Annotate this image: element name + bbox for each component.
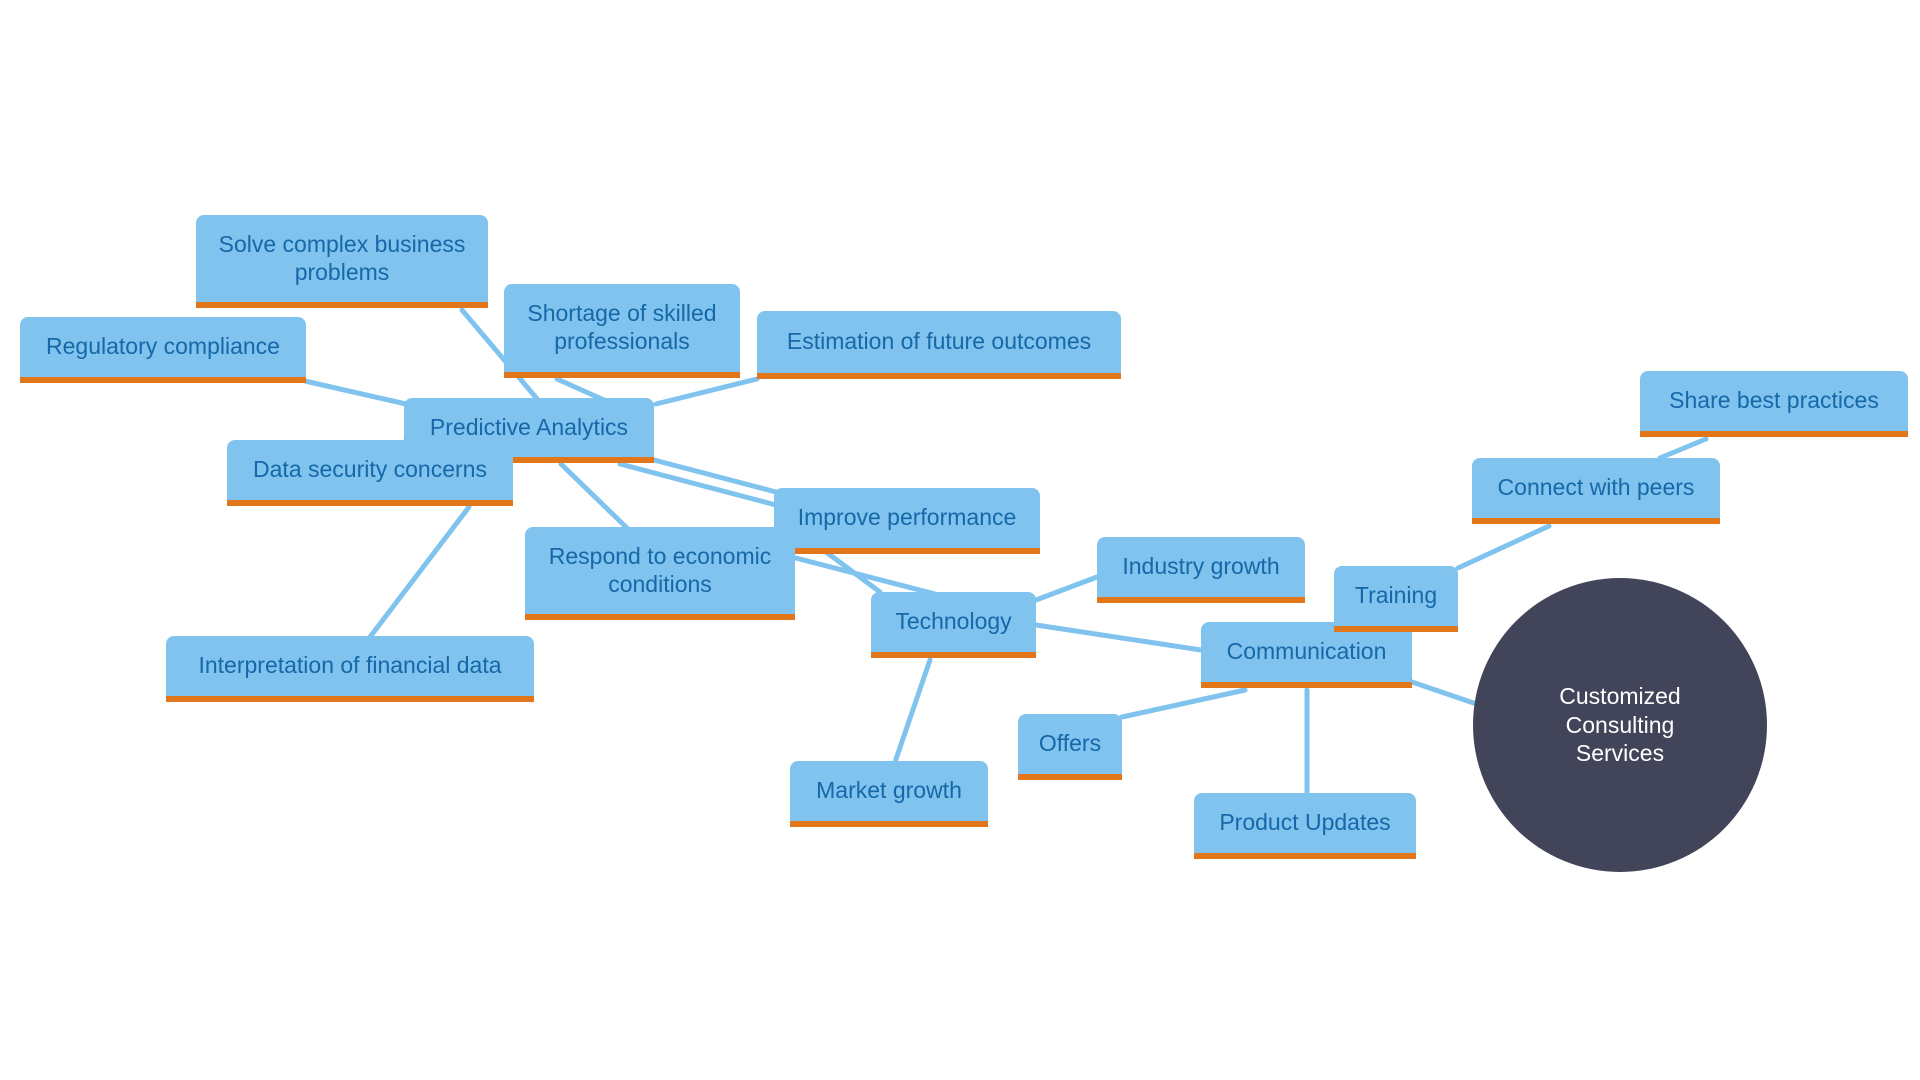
edge-connect-with-peers-to-share-best-practices xyxy=(1657,436,1709,461)
node-label-estimation-of-future-outcomes: Estimation of future outcomes xyxy=(786,328,1092,355)
node-estimation-of-future-outcomes[interactable]: Estimation of future outcomes xyxy=(757,311,1121,379)
edge-estimation-of-future-outcomes-to-predictive-analytics xyxy=(653,376,760,407)
node-market-growth[interactable]: Market growth xyxy=(790,761,988,827)
node-interpretation-of-financial-data[interactable]: Interpretation of financial data xyxy=(166,636,534,702)
node-label-improve-performance: Improve performance xyxy=(797,504,1017,531)
node-label-product-updates: Product Updates xyxy=(1219,809,1391,836)
edge-predictive-analytics-to-respond-to-economic-conditions xyxy=(558,461,630,531)
node-label-data-security-concerns: Data security concerns xyxy=(253,456,487,483)
node-label-interpretation-of-financial-data: Interpretation of financial data xyxy=(198,652,502,679)
edge-data-security-concerns-to-interpretation-of-financial-data xyxy=(367,504,472,640)
edge-technology-to-industry-growth xyxy=(1033,574,1100,603)
node-label-training: Training xyxy=(1354,582,1438,609)
node-label-regulatory-compliance: Regulatory compliance xyxy=(46,333,280,360)
node-improve-performance[interactable]: Improve performance xyxy=(774,488,1040,554)
mindmap-canvas: Solve complex business problems Regulator… xyxy=(0,0,1920,1080)
node-label-respond-to-economic-conditions: Respond to economic conditions xyxy=(548,542,772,597)
node-label-share-best-practices: Share best practices xyxy=(1669,387,1879,414)
node-label-shortage-of-skilled-professionals: Shortage of skilled professionals xyxy=(527,300,717,354)
edge-technology-to-market-growth xyxy=(892,657,933,765)
node-label-industry-growth: Industry growth xyxy=(1122,553,1280,580)
node-data-security-concerns[interactable]: Data security concerns xyxy=(227,440,513,506)
root-node-label: Customized Consulting Services xyxy=(1559,682,1681,767)
node-label-offers: Offers xyxy=(1038,730,1102,757)
node-training[interactable]: Training xyxy=(1334,566,1458,632)
edge-shortage-of-skilled-professionals-to-predictive-analytics xyxy=(554,376,607,403)
edge-training-to-connect-with-peers xyxy=(1455,523,1552,571)
node-technology[interactable]: Technology xyxy=(871,592,1036,658)
edge-improve-performance-to-technology xyxy=(785,553,938,597)
node-label-solve-complex-business-problems: Solve complex business problems xyxy=(218,230,466,285)
node-share-best-practices[interactable]: Share best practices xyxy=(1640,371,1908,437)
node-regulatory-compliance[interactable]: Regulatory compliance xyxy=(20,317,306,383)
edge-technology-to-communication xyxy=(1033,622,1204,653)
node-label-technology: Technology xyxy=(895,608,1012,635)
node-label-predictive-analytics: Predictive Analytics xyxy=(429,413,629,440)
node-respond-to-economic-conditions[interactable]: Respond to economic conditions xyxy=(525,527,795,620)
node-solve-complex-business-problems[interactable]: Solve complex business problems xyxy=(196,215,488,308)
node-label-market-growth: Market growth xyxy=(816,777,962,804)
node-industry-growth[interactable]: Industry growth xyxy=(1097,537,1305,603)
node-shortage-of-skilled-professionals[interactable]: Shortage of skilled professionals xyxy=(504,284,740,378)
node-connect-with-peers[interactable]: Connect with peers xyxy=(1472,458,1720,524)
node-label-connect-with-peers: Connect with peers xyxy=(1497,474,1695,501)
node-label-communication: Communication xyxy=(1226,638,1387,665)
edge-regulatory-compliance-to-predictive-analytics xyxy=(302,378,409,407)
node-offers[interactable]: Offers xyxy=(1018,714,1122,780)
root-node[interactable]: Customized Consulting Services xyxy=(1473,578,1767,872)
edge-offers-to-communication xyxy=(1119,687,1248,720)
node-product-updates[interactable]: Product Updates xyxy=(1194,793,1416,859)
